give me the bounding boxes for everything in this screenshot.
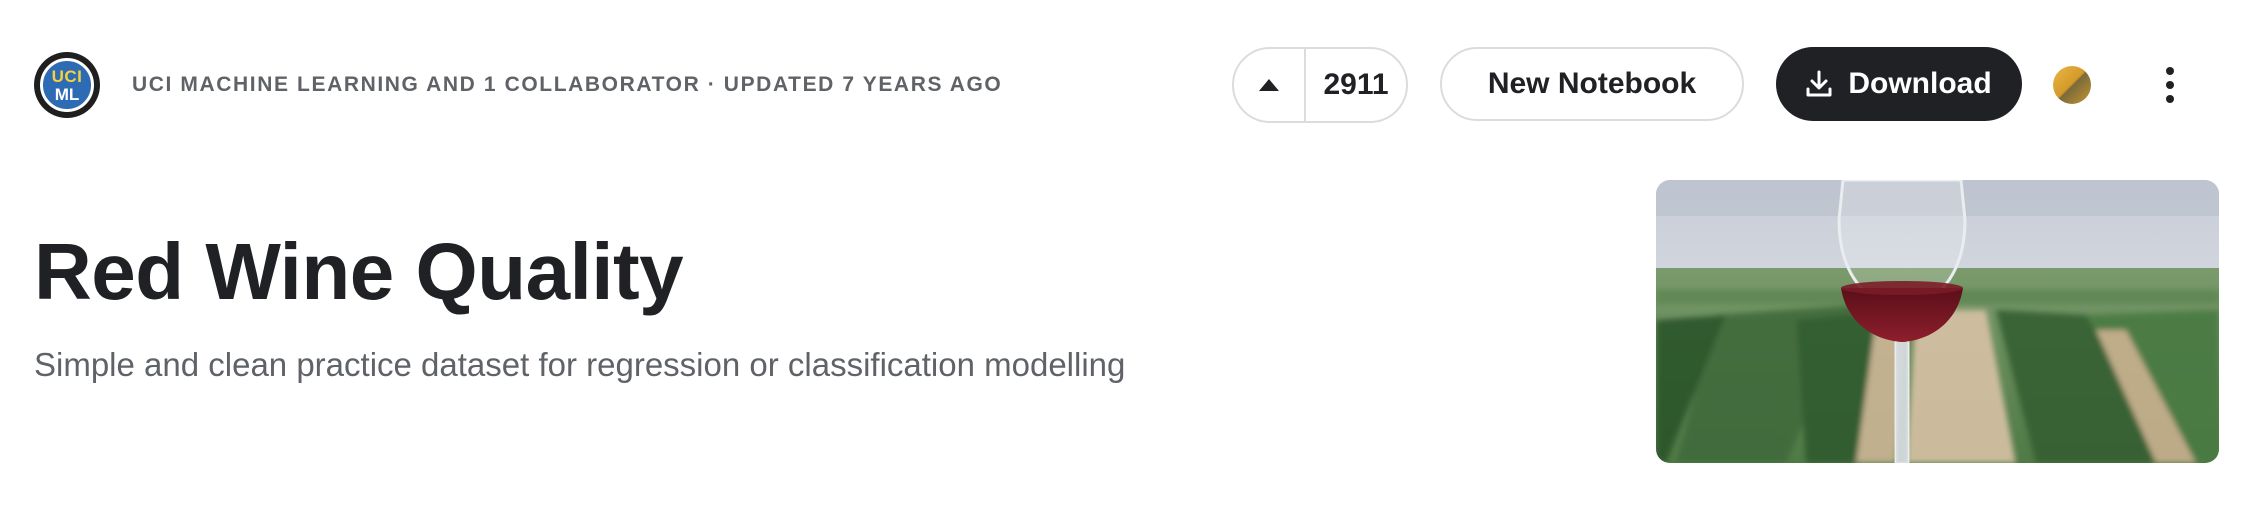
download-label: Download [1848,67,1992,100]
wine-glass-vineyard-image [1656,180,2219,463]
medal-icon[interactable] [2053,66,2091,104]
dataset-header: UCI ML UCI MACHINE LEARNING AND 1 COLLAB… [0,0,2248,522]
new-notebook-label: New Notebook [1487,67,1697,100]
upvote-count[interactable]: 2911 [1306,68,1406,102]
new-notebook-button[interactable]: New Notebook [1440,47,1744,121]
download-button[interactable]: Download [1776,47,2022,121]
page-title: Red Wine Quality [34,227,684,316]
triangle-up-icon [1259,79,1279,91]
header-actions: 2911 New Notebook Download [0,47,2248,123]
download-icon [1806,70,1832,97]
more-vert-icon[interactable] [2150,61,2190,109]
upvote-button[interactable] [1234,49,1306,121]
page-subtitle: Simple and clean practice dataset for re… [34,346,1126,383]
dataset-cover-image [1656,180,2219,463]
upvote-widget: 2911 [1232,47,1408,123]
